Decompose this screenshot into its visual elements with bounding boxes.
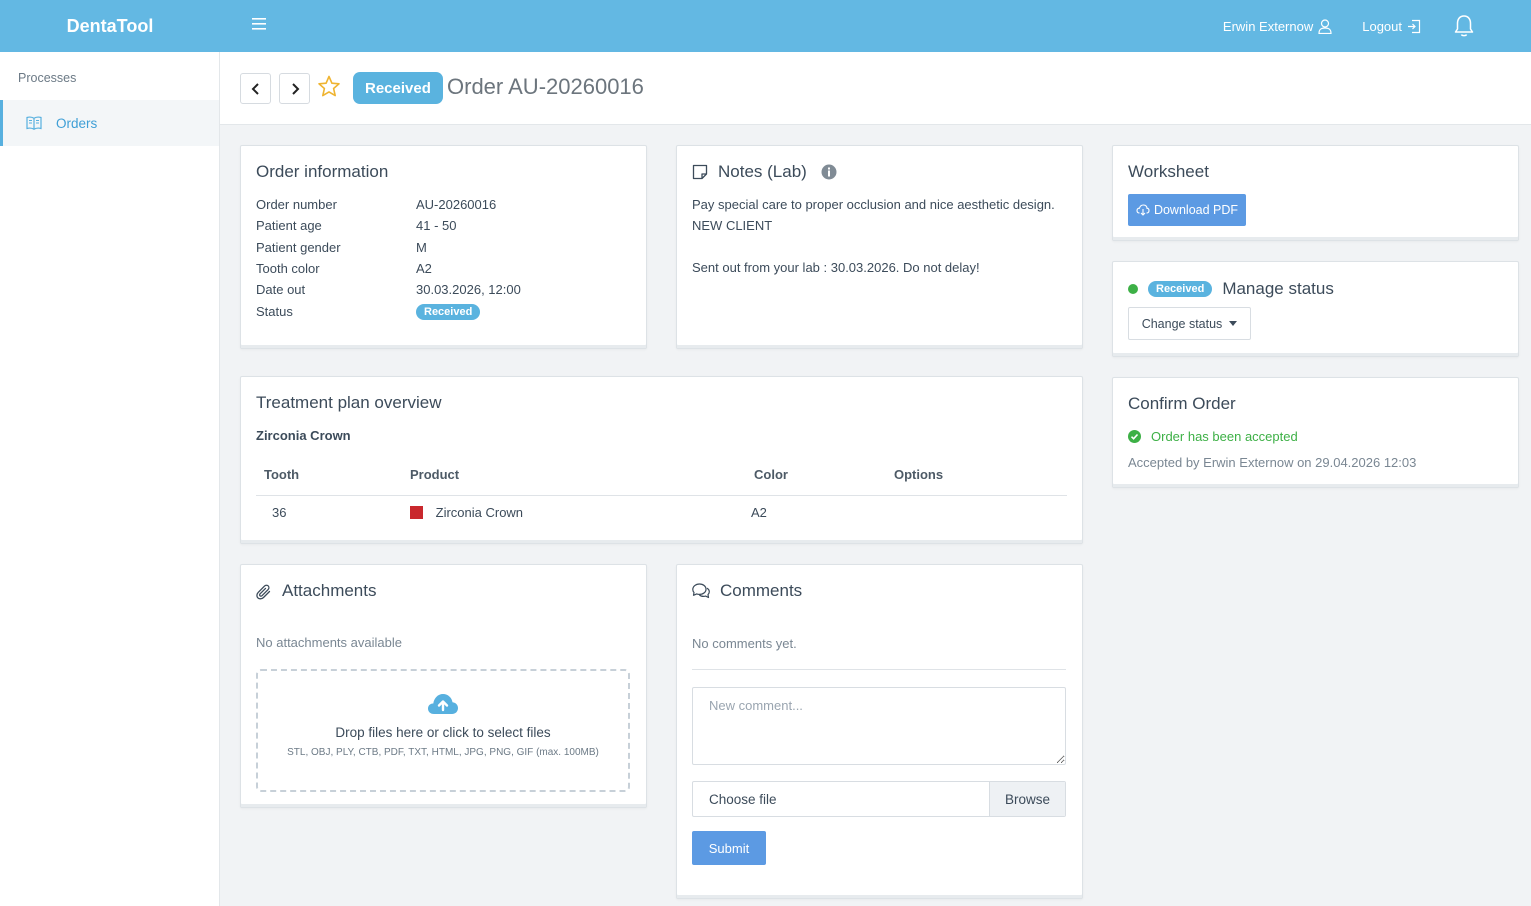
treatment-plan-card: Treatment plan overview Zirconia Crown T… <box>240 376 1083 544</box>
new-comment-textarea[interactable] <box>692 687 1066 765</box>
divider <box>692 669 1066 670</box>
card-title: Worksheet <box>1128 162 1209 181</box>
browse-button[interactable]: Browse <box>989 782 1065 816</box>
worksheet-card: Worksheet Download PDF <box>1112 145 1519 241</box>
chevron-left-icon <box>251 82 259 95</box>
patient-age-label: Patient age <box>256 218 322 233</box>
attachments-card: Attachments No attachments available Dro… <box>240 564 647 808</box>
no-attachments-text: No attachments available <box>256 635 402 650</box>
tooth-color-label: Tooth color <box>256 261 320 276</box>
comments-icon <box>692 583 710 599</box>
column-header: Options <box>886 455 1067 496</box>
no-comments-text: No comments yet. <box>692 636 797 651</box>
paperclip-icon <box>256 583 272 600</box>
cloud-upload-icon <box>258 692 628 716</box>
user-menu[interactable]: Erwin Externow <box>1223 19 1332 34</box>
status-dot-icon <box>1128 284 1138 294</box>
top-navbar: DentaTool Erwin Externow Logout <box>0 0 1531 52</box>
patient-gender-label: Patient gender <box>256 240 341 255</box>
card-title: Notes (Lab) <box>718 162 807 181</box>
caret-down-icon <box>1229 321 1238 326</box>
table-header-row: Tooth Product Color Options <box>256 455 1067 496</box>
notes-line: Pay special care to proper occlusion and… <box>692 197 1055 212</box>
info-icon[interactable] <box>821 164 837 180</box>
menu-toggle-icon[interactable] <box>248 13 270 35</box>
sidebar-section-label: Processes <box>18 71 77 85</box>
order-status-badge: Received <box>353 72 443 104</box>
color-cell: A2 <box>751 504 767 520</box>
sidebar-item-label: Orders <box>56 115 98 131</box>
notifications-bell-icon[interactable] <box>1453 14 1475 38</box>
favorite-star-icon[interactable] <box>317 75 341 98</box>
file-chooser[interactable]: Choose file Browse <box>692 781 1066 817</box>
patient-age-value: 41 - 50 <box>416 218 457 233</box>
logout-link[interactable]: Logout <box>1362 19 1421 34</box>
date-out-label: Date out <box>256 282 306 297</box>
user-name: Erwin Externow <box>1222 18 1314 34</box>
order-number-label: Order number <box>256 197 337 212</box>
brand-logo[interactable]: DentaTool <box>0 0 220 52</box>
card-title: Comments <box>720 581 803 600</box>
order-number-value: AU-20260016 <box>416 197 497 212</box>
cloud-download-icon <box>1136 204 1150 216</box>
status-label: Status <box>256 304 293 319</box>
comments-card: Comments No comments yet. Choose file Br… <box>676 564 1083 899</box>
accepted-by-text: Accepted by Erwin Externow on 29.04.2026… <box>1128 455 1417 470</box>
note-icon <box>692 164 708 180</box>
book-icon <box>26 116 42 130</box>
product-cell: Zirconia Crown <box>402 495 746 529</box>
sidebar: Processes Orders <box>0 52 220 906</box>
tooth-cell: 36 <box>272 504 287 520</box>
card-title: Attachments <box>282 581 377 600</box>
card-title: Manage status <box>1222 279 1334 298</box>
file-dropzone[interactable]: Drop files here or click to select files… <box>256 669 630 792</box>
order-accepted-text: Order has been accepted <box>1151 429 1298 444</box>
card-title: Order information <box>256 162 389 181</box>
main-content: Received Order AU-20260016 Order informa… <box>220 52 1531 906</box>
card-title: Confirm Order <box>1128 394 1236 413</box>
order-header: Received Order AU-20260016 <box>220 52 1531 125</box>
user-icon <box>1318 18 1332 34</box>
patient-gender-value: M <box>416 240 427 255</box>
status-badge: Received <box>1148 281 1213 297</box>
treatment-plan-table: Tooth Product Color Options 36 Zirconia … <box>256 455 1067 529</box>
product-color-swatch <box>410 505 423 519</box>
next-order-button[interactable] <box>279 73 310 104</box>
change-status-label: Change status <box>1141 316 1223 331</box>
change-status-dropdown[interactable]: Change status <box>1128 307 1251 340</box>
download-pdf-button[interactable]: Download PDF <box>1128 194 1246 226</box>
previous-order-button[interactable] <box>240 73 271 104</box>
notes-line: NEW CLIENT <box>692 218 773 233</box>
product-name: Zirconia Crown <box>435 504 524 520</box>
table-row: 36 Zirconia Crown A2 <box>256 495 1067 529</box>
card-title: Treatment plan overview <box>256 393 442 412</box>
submit-comment-button[interactable]: Submit <box>692 831 766 865</box>
choose-file-label: Choose file <box>709 791 777 807</box>
notes-card: Notes (Lab) Pay special care to proper o… <box>676 145 1083 349</box>
options-cell <box>886 495 1067 529</box>
chevron-right-icon <box>291 82 299 95</box>
dropzone-title: Drop files here or click to select files <box>335 725 551 740</box>
check-circle-icon <box>1128 430 1141 443</box>
download-pdf-label: Download PDF <box>1153 203 1239 217</box>
order-information-card: Order information Order number AU-202600… <box>240 145 647 349</box>
manage-status-card: Received Manage status Change status <box>1112 261 1519 357</box>
column-header: Tooth <box>256 455 402 496</box>
dropzone-hint: STL, OBJ, PLY, CTB, PDF, TXT, HTML, JPG,… <box>287 747 599 758</box>
column-header: Color <box>746 455 886 496</box>
date-out-value: 30.03.2026, 12:00 <box>416 282 521 297</box>
logout-label: Logout <box>1362 18 1402 34</box>
logout-icon <box>1407 19 1421 34</box>
confirm-order-card: Confirm Order Order has been accepted Ac… <box>1112 377 1519 488</box>
tooth-color-value: A2 <box>416 261 432 276</box>
page-title: Order AU-20260016 <box>447 74 644 99</box>
status-badge: Received <box>416 304 481 320</box>
sidebar-item-orders[interactable]: Orders <box>0 100 219 146</box>
treatment-plan-subtitle: Zirconia Crown <box>256 428 351 443</box>
column-header: Product <box>402 455 746 496</box>
notes-line: Sent out from your lab : 30.03.2026. Do … <box>692 260 980 275</box>
